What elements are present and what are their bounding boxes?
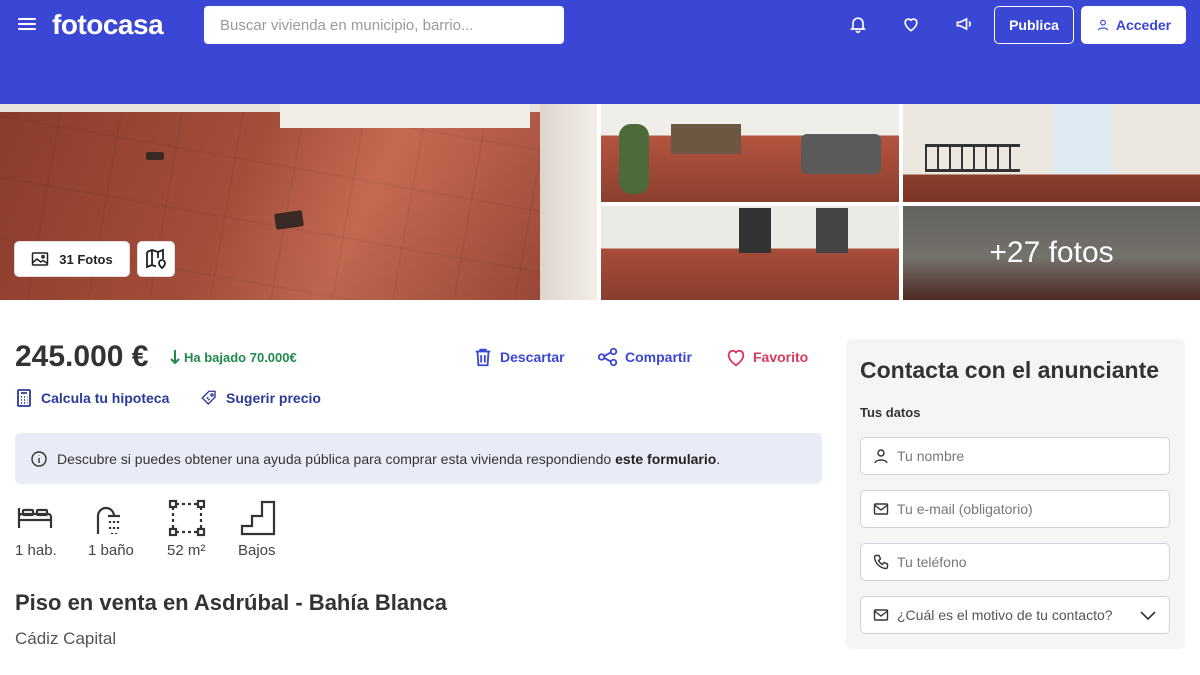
photos-button[interactable]: 31 Fotos — [14, 241, 130, 277]
gallery-photo[interactable] — [601, 104, 899, 202]
favorite-label: Favorito — [753, 349, 809, 365]
feature-bathrooms: 1 baño — [88, 498, 158, 559]
contact-heading: Contacta con el anunciante — [860, 357, 1160, 383]
banner-text: Descubre si puedes obtener una ayuda púb… — [57, 450, 612, 467]
megaphone-icon[interactable] — [954, 14, 974, 34]
photo-gallery: +27 fotos 31 Fotos — [0, 104, 1200, 300]
suggest-price-link[interactable]: Sugerir precio — [200, 388, 321, 408]
phone-input[interactable] — [897, 554, 1157, 570]
mail-icon — [873, 503, 889, 515]
acceder-label: Acceder — [1115, 17, 1172, 33]
feature-label: 1 baño — [88, 542, 134, 559]
publica-button[interactable]: Publica — [994, 6, 1074, 44]
bed-icon — [17, 508, 53, 528]
email-field[interactable] — [860, 490, 1170, 528]
photos-count-label: 31 Fotos — [59, 251, 113, 267]
phone-icon — [873, 554, 889, 570]
map-button[interactable] — [137, 241, 175, 277]
contact-form: Contacta con el anunciante Tus datos ¿Cu… — [846, 339, 1185, 649]
gallery-photo[interactable] — [903, 104, 1200, 202]
info-icon — [31, 450, 47, 467]
form-link[interactable]: este formulario — [615, 451, 716, 467]
bell-icon[interactable] — [848, 14, 868, 34]
feature-label: 1 hab. — [15, 542, 57, 559]
more-photos-label: +27 fotos — [989, 236, 1114, 269]
banner-end: . — [716, 450, 721, 467]
favorite-button[interactable]: Favorito — [725, 346, 808, 368]
mortgage-label: Calcula tu hipoteca — [41, 390, 170, 406]
feature-rooms: 1 hab. — [15, 498, 85, 559]
mail-icon — [873, 609, 889, 621]
calculator-icon — [17, 389, 31, 407]
discard-button[interactable]: Descartar — [472, 346, 565, 368]
suggest-price-label: Sugerir precio — [226, 390, 321, 406]
listing-location: Cádiz Capital — [15, 629, 117, 648]
acceder-button[interactable]: Acceder — [1081, 6, 1186, 44]
search-input[interactable] — [204, 6, 564, 44]
map-pin-icon — [146, 248, 166, 270]
chevron-down-icon — [1140, 611, 1156, 621]
phone-field[interactable] — [860, 543, 1170, 581]
price: 245.000 € — [15, 340, 149, 373]
top-header: fotocasa Publica Acceder — [0, 0, 1200, 104]
heart-icon — [727, 350, 745, 367]
reason-select[interactable]: ¿Cuál es el motivo de tu contacto? — [860, 596, 1170, 634]
contact-section-label: Tus datos — [860, 405, 921, 420]
share-label: Compartir — [625, 349, 692, 365]
gallery-photo[interactable] — [601, 206, 899, 300]
area-icon — [168, 499, 206, 537]
feature-label: Bajos — [238, 542, 276, 559]
feature-floor: Bajos — [238, 498, 308, 559]
user-icon — [1097, 19, 1109, 31]
image-icon — [32, 252, 49, 266]
share-icon — [597, 347, 618, 367]
price-drop-badge: Ha bajado 70.000€ — [170, 349, 297, 365]
name-input[interactable] — [897, 448, 1157, 464]
stairs-icon — [240, 500, 276, 536]
more-photos-tile[interactable]: +27 fotos — [903, 206, 1200, 300]
name-field[interactable] — [860, 437, 1170, 475]
aid-banner: Descubre si puedes obtener una ayuda púb… — [15, 433, 822, 484]
logo[interactable]: fotocasa — [52, 9, 164, 41]
listing-title: Piso en venta en Asdrúbal - Bahía Blanca — [15, 590, 447, 615]
price-tag-icon — [201, 390, 216, 405]
share-button[interactable]: Compartir — [597, 346, 692, 368]
shower-icon — [96, 506, 120, 534]
trash-icon — [475, 348, 491, 367]
arrow-down-icon — [170, 350, 180, 365]
discard-label: Descartar — [500, 349, 565, 365]
menu-icon[interactable] — [18, 16, 36, 32]
feature-label: 52 m² — [167, 542, 206, 559]
feature-area: 52 m² — [167, 498, 237, 559]
reason-select-value: ¿Cuál es el motivo de tu contacto? — [897, 607, 1113, 623]
price-drop-label: Ha bajado 70.000€ — [184, 349, 297, 365]
email-input[interactable] — [897, 501, 1157, 517]
heart-icon[interactable] — [901, 14, 921, 34]
user-icon — [874, 449, 888, 464]
mortgage-link[interactable]: Calcula tu hipoteca — [15, 388, 169, 408]
